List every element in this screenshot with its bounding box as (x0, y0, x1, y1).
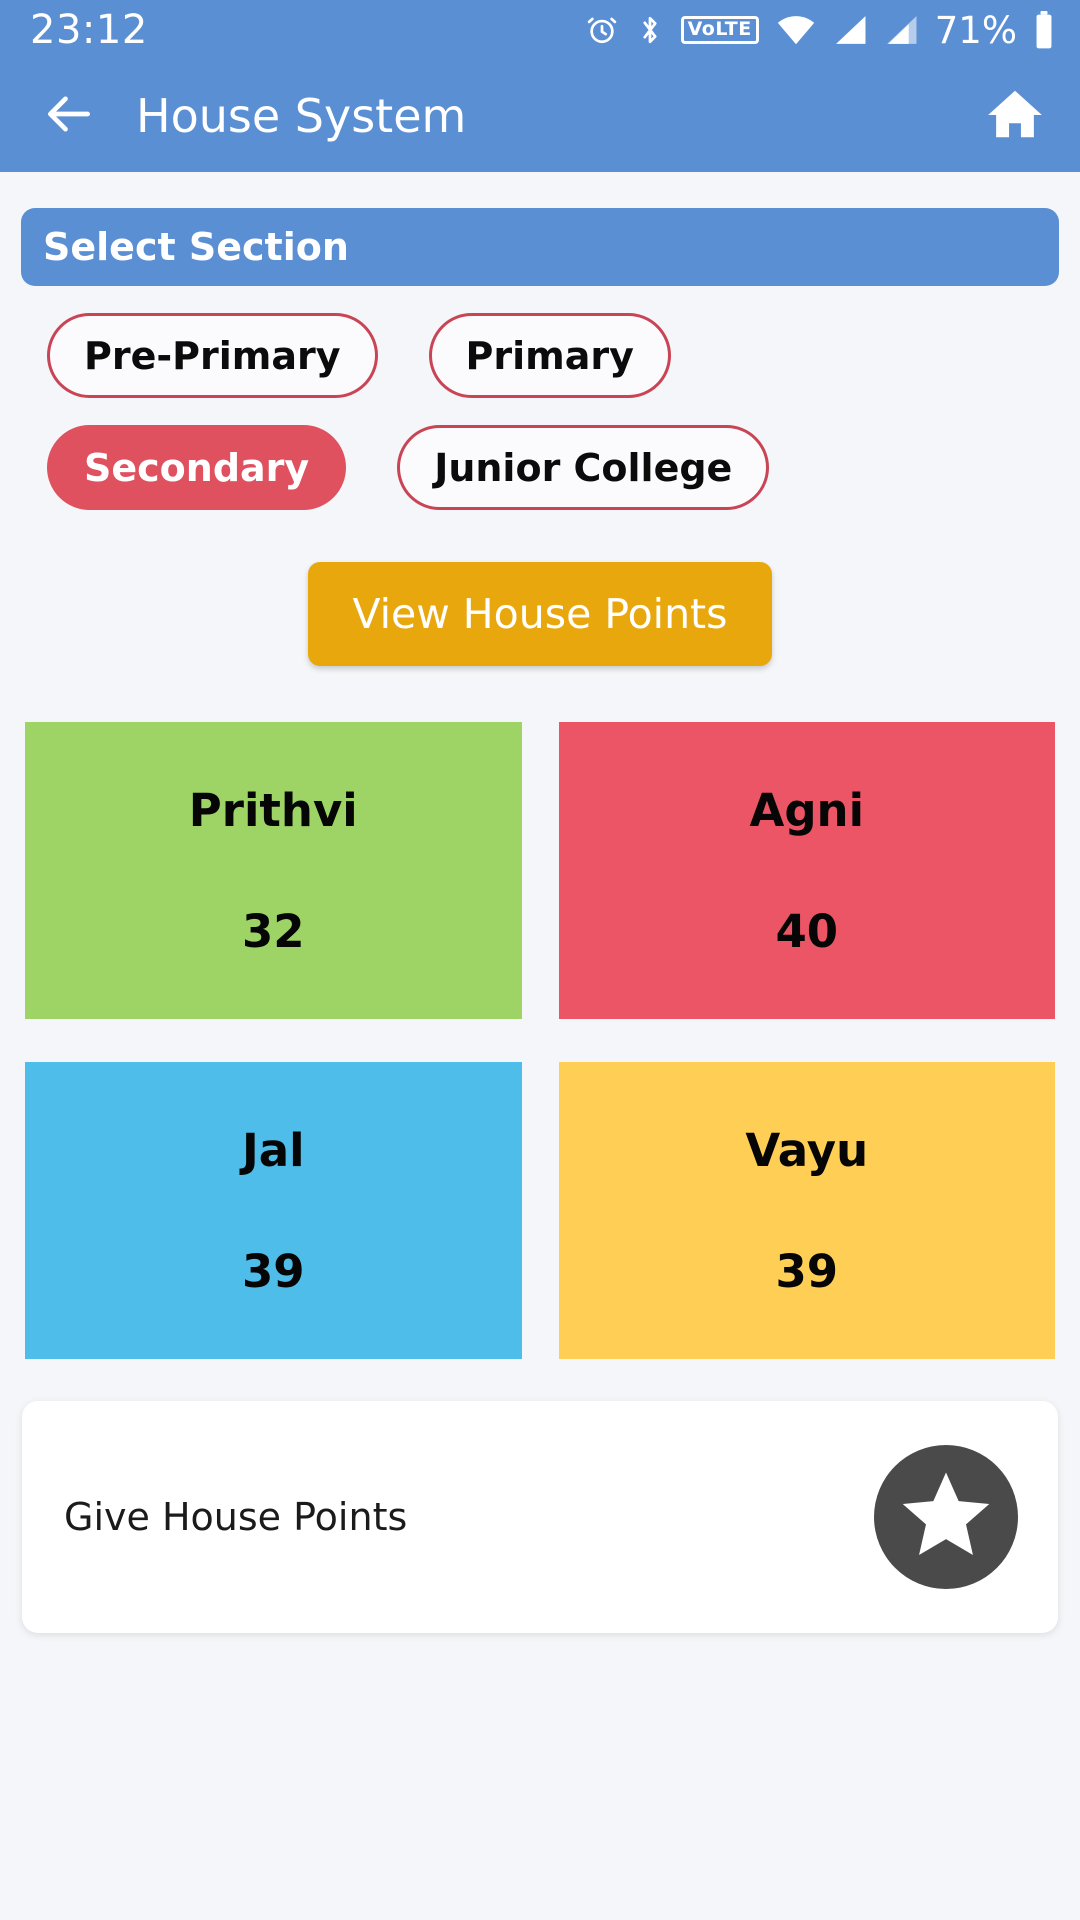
view-house-points-button[interactable]: View House Points (308, 562, 772, 666)
view-house-points-label: View House Points (352, 590, 728, 638)
give-house-points-icon-circle (874, 1445, 1018, 1589)
chip-label: Pre-Primary (84, 333, 341, 378)
house-card-jal[interactable]: Jal 39 (25, 1062, 522, 1359)
bluetooth-icon (636, 13, 664, 47)
section-chip-junior-college[interactable]: Junior College (397, 425, 770, 510)
chip-label: Secondary (84, 445, 310, 490)
star-icon (897, 1466, 995, 1568)
house-points-value: 39 (241, 1244, 305, 1298)
section-chip-secondary[interactable]: Secondary (47, 425, 347, 510)
wifi-icon (776, 14, 816, 46)
battery-percent-label: 71% (934, 8, 1017, 52)
main-content: Select Section Pre-Primary Primary Secon… (0, 208, 1080, 1633)
give-house-points-card[interactable]: Give House Points (22, 1401, 1058, 1633)
house-points-grid: Prithvi 32 Agni 40 Jal 39 Vayu 39 (0, 722, 1080, 1359)
house-name: Vayu (745, 1123, 869, 1177)
house-points-value: 32 (241, 904, 305, 958)
signal-2-icon (884, 14, 918, 46)
app-bar: House System (0, 60, 1080, 172)
view-button-container: View House Points (0, 562, 1080, 666)
section-chip-row-2: Secondary Junior College (0, 425, 1080, 510)
status-icon-tray: VoLTE 71% (585, 9, 1054, 52)
house-name: Agni (749, 783, 865, 837)
status-clock: 23:12 (30, 7, 148, 53)
back-button[interactable] (36, 83, 102, 149)
section-chip-primary[interactable]: Primary (428, 313, 671, 398)
house-card-prithvi[interactable]: Prithvi 32 (25, 722, 522, 1019)
select-section-label: Select Section (43, 225, 349, 269)
back-arrow-icon (41, 86, 97, 146)
chip-label: Primary (465, 333, 634, 378)
home-button[interactable] (980, 81, 1050, 151)
select-section-header: Select Section (21, 208, 1059, 286)
page-title: House System (136, 89, 467, 143)
house-points-value: 39 (775, 1244, 839, 1298)
signal-1-icon (833, 14, 867, 46)
house-name: Prithvi (188, 783, 358, 837)
section-chip-pre-primary[interactable]: Pre-Primary (47, 313, 378, 398)
volte-icon: VoLTE (680, 16, 759, 44)
house-name: Jal (241, 1123, 305, 1177)
home-icon (984, 83, 1046, 149)
status-bar: 23:12 VoLTE 71% (0, 0, 1080, 60)
section-chip-row-1: Pre-Primary Primary (0, 313, 1080, 398)
give-house-points-label: Give House Points (64, 1495, 408, 1539)
battery-icon (1034, 11, 1054, 49)
alarm-icon (585, 13, 619, 47)
house-card-agni[interactable]: Agni 40 (558, 722, 1055, 1019)
house-card-vayu[interactable]: Vayu 39 (558, 1062, 1055, 1359)
chip-label: Junior College (434, 445, 733, 490)
house-points-value: 40 (775, 904, 839, 958)
